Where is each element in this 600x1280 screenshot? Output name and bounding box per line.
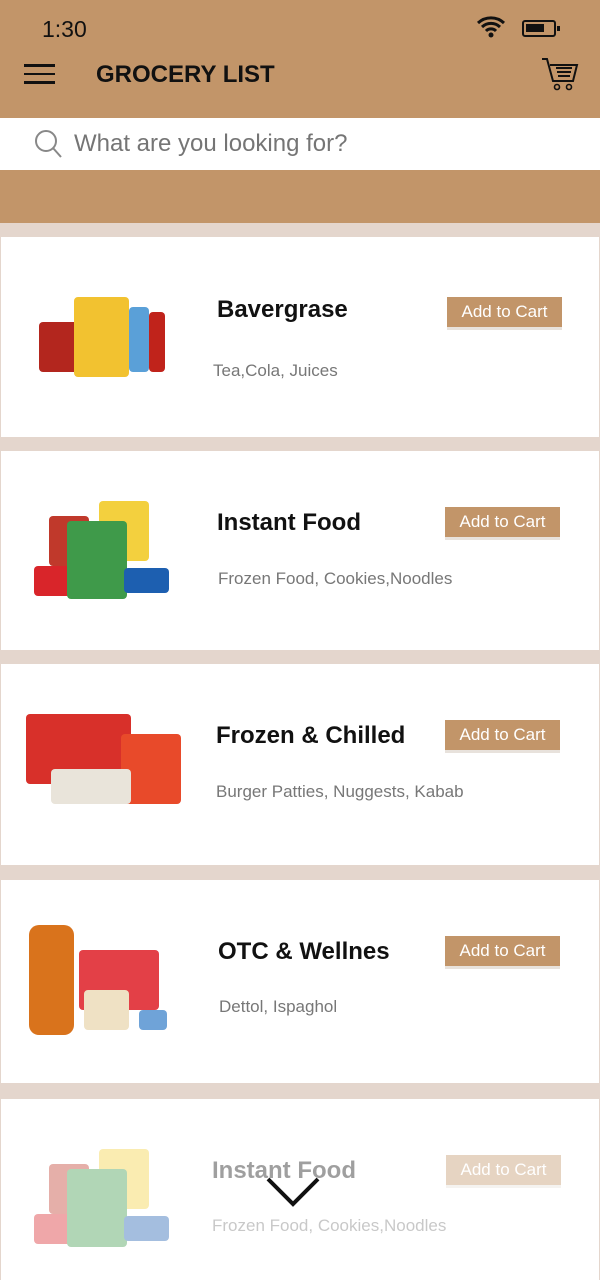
header-band (0, 170, 600, 223)
search-icon (35, 130, 62, 158)
battery-icon (522, 20, 560, 37)
app-header: 1:30 GROCERY LIST (0, 0, 600, 118)
status-time: 1:30 (42, 16, 87, 42)
frozen-image (21, 714, 186, 814)
add-to-cart-button[interactable]: Add to Cart (445, 507, 560, 537)
category-name: Frozen & Chilled (216, 722, 406, 749)
page-title: GROCERY LIST (96, 61, 275, 88)
instant-food-image (29, 496, 179, 599)
beverages-image (29, 292, 179, 392)
category-card[interactable]: Bavergrase Tea,Cola, Juices Add to Cart (1, 237, 599, 437)
add-to-cart-button[interactable]: Add to Cart (446, 1155, 561, 1185)
add-to-cart-button[interactable]: Add to Cart (445, 720, 560, 750)
search-input[interactable] (74, 130, 574, 158)
category-card[interactable]: Frozen & Chilled Burger Patties, Nuggest… (1, 664, 599, 865)
chevron-down-icon[interactable] (266, 1176, 320, 1208)
category-card[interactable]: Instant Food Frozen Food, Cookies,Noodle… (1, 451, 599, 650)
instant-food-image (29, 1144, 179, 1247)
cart-icon[interactable] (540, 56, 580, 92)
category-items: Frozen Food, Cookies,Noodles (218, 569, 453, 588)
menu-icon[interactable] (24, 64, 55, 84)
otc-image (29, 920, 179, 1035)
category-items: Dettol, Ispaghol (219, 997, 338, 1016)
category-name: Bavergrase (217, 296, 348, 323)
category-name: Instant Food (217, 509, 361, 536)
category-items: Frozen Food, Cookies,Noodles (212, 1216, 447, 1235)
add-to-cart-button[interactable]: Add to Cart (447, 297, 562, 327)
category-name: OTC & Wellnes (218, 938, 390, 965)
wifi-icon (476, 16, 506, 38)
add-to-cart-button[interactable]: Add to Cart (445, 936, 560, 966)
category-items: Tea,Cola, Juices (213, 361, 338, 380)
search-bar[interactable] (0, 118, 600, 170)
category-items: Burger Patties, Nuggests, Kabab (216, 782, 464, 801)
category-card[interactable]: OTC & Wellnes Dettol, Ispaghol Add to Ca… (1, 880, 599, 1083)
